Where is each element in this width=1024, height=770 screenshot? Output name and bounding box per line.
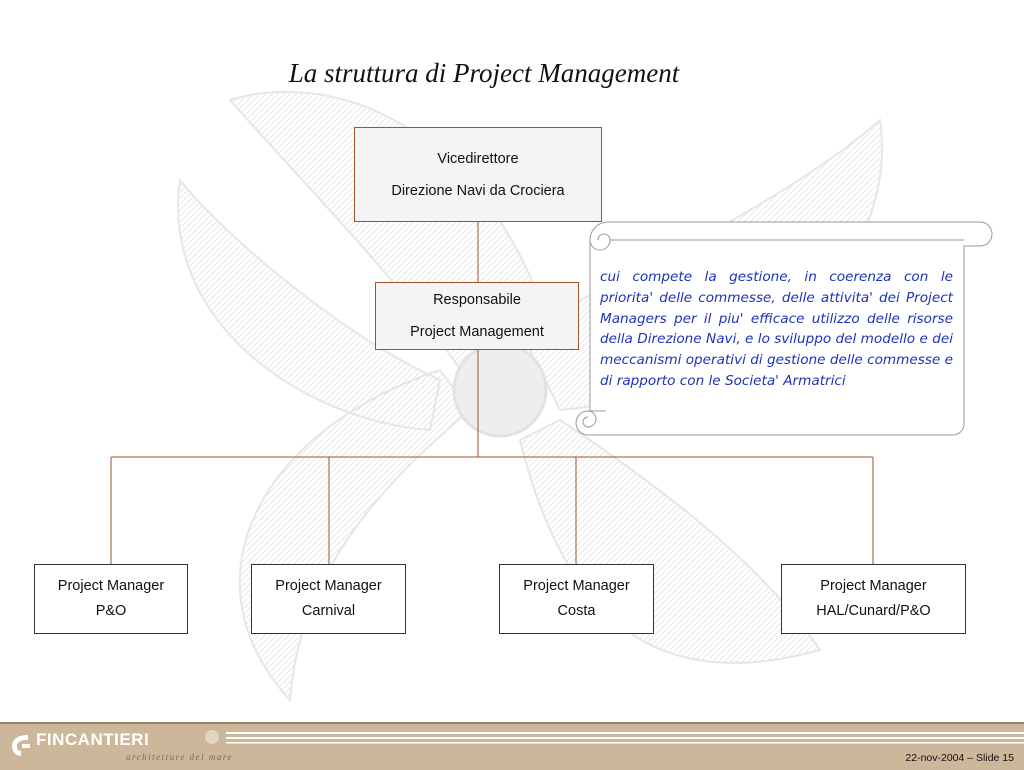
- box-line: HAL/Cunard/P&O: [816, 603, 931, 619]
- footer: FINCANTIERI architetture del mare 22-nov…: [0, 722, 1024, 770]
- slide-info: 22-nov-2004 – Slide 15: [905, 752, 1014, 764]
- brand-tagline: architetture del mare: [126, 752, 233, 762]
- project-manager-po-box: Project Manager P&O: [34, 564, 188, 634]
- responsabile-box: Responsabile Project Management: [375, 282, 579, 350]
- box-line: Project Manager: [820, 578, 927, 594]
- fincantieri-logo-icon: [12, 735, 30, 756]
- box-line: Project Manager: [523, 578, 630, 594]
- slide: { "title": "La struttura di Project Mana…: [0, 0, 1024, 770]
- box-line: Costa: [557, 603, 596, 619]
- box-line: Carnival: [301, 603, 356, 619]
- project-manager-hal-cunard-box: Project Manager HAL/Cunard/P&O: [781, 564, 966, 634]
- responsibility-note: cui compete la gestione, in coerenza con…: [600, 269, 953, 389]
- footer-stripes: [205, 730, 1024, 744]
- project-manager-carnival-box: Project Manager Carnival: [251, 564, 406, 634]
- brand-wordmark: FINCANTIERI: [36, 730, 150, 749]
- vicedirettore-box: Vicedirettore Direzione Navi da Crociera: [354, 127, 602, 222]
- box-line: P&O: [95, 603, 127, 619]
- box-line: Project Manager: [57, 578, 165, 594]
- box-line: Project Management: [410, 324, 544, 340]
- project-manager-costa-box: Project Manager Costa: [499, 564, 654, 634]
- box-line: Responsabile: [433, 292, 521, 308]
- box-line: Direzione Navi da Crociera: [391, 182, 565, 199]
- box-line: Project Manager: [275, 578, 382, 594]
- box-line: Vicedirettore: [437, 150, 519, 167]
